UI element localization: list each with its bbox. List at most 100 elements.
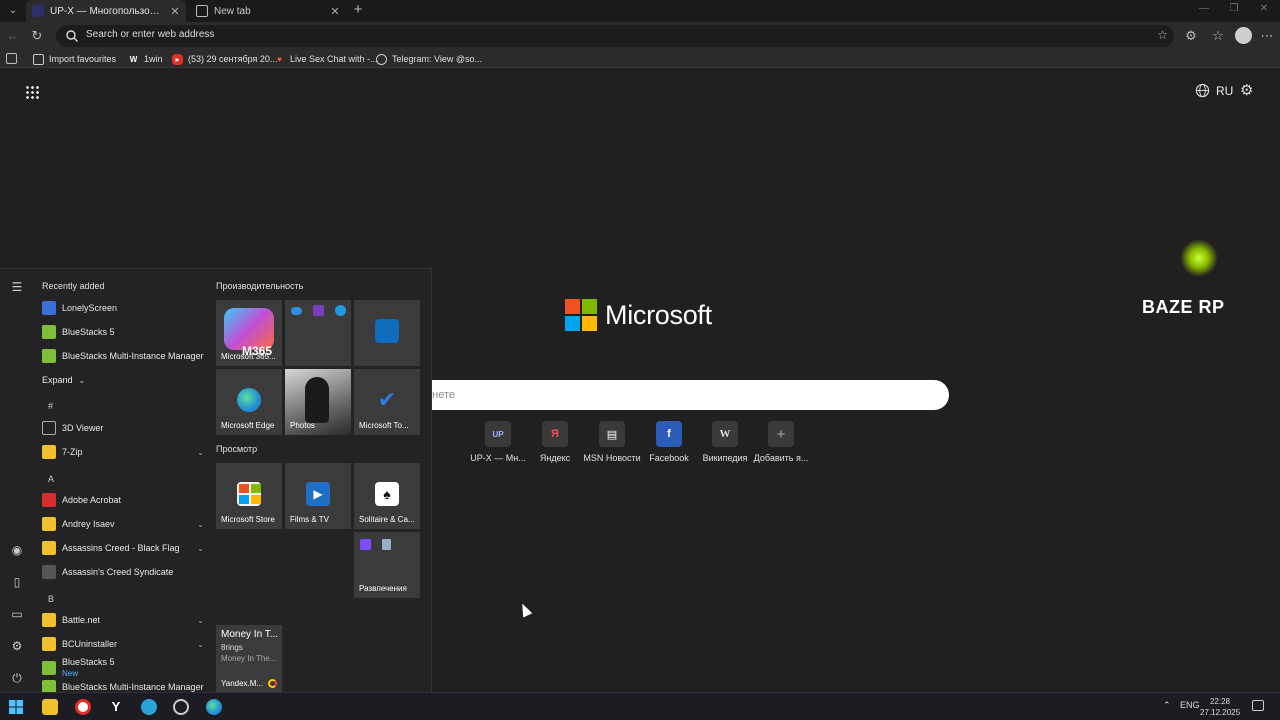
app-adobe-acrobat[interactable]: Adobe Acrobat	[42, 490, 204, 510]
app-y-icon[interactable]: Y	[108, 699, 124, 715]
tile-outlook[interactable]	[354, 300, 420, 366]
pictures-icon[interactable]: ▭	[10, 607, 24, 621]
tile-solitaire[interactable]: ♠ Solitaire & Ca...	[354, 463, 420, 529]
app-battlenet-folder[interactable]: Battle.net ⌄	[42, 610, 204, 630]
outlook-icon	[375, 319, 399, 343]
youtube-icon: ▸	[172, 53, 183, 65]
tab-new-tab[interactable]: New tab ✕	[190, 0, 346, 22]
tab-upx[interactable]: UP-X — Многопользовательская ✕	[26, 0, 186, 22]
tile-microsoft-365[interactable]: M365 Microsoft 365...	[216, 300, 282, 366]
yandex-browser-icon[interactable]	[75, 699, 91, 715]
input-language[interactable]: ENG	[1180, 700, 1200, 710]
app-3d-viewer[interactable]: 3D Viewer	[42, 418, 204, 438]
window-close-icon[interactable]: ✕	[1256, 3, 1272, 17]
maximize-icon[interactable]: ❐	[1226, 3, 1242, 17]
quick-link-upx[interactable]: UP UP-X — Мн...	[466, 421, 530, 463]
app-bluestacks-multi[interactable]: BlueStacks Multi-Instance Manager	[42, 677, 204, 693]
yandex-music-icon	[268, 679, 277, 688]
minimize-icon[interactable]: —	[1196, 3, 1212, 17]
app-lonelyscreen[interactable]: LonelyScreen	[42, 298, 204, 318]
profile-avatar[interactable]	[1235, 27, 1252, 44]
edge-taskbar-icon[interactable]	[206, 699, 222, 715]
bookmark-telegram[interactable]: Telegram: View @so...	[376, 52, 482, 66]
system-clock[interactable]: 22:28 27.12.2025	[1200, 696, 1240, 718]
quick-link-msn[interactable]: ▤ MSN Новости	[580, 421, 644, 463]
quick-link-add[interactable]: + Добавить я...	[749, 421, 813, 463]
cube-icon	[42, 421, 56, 435]
tab-actions-chevron-icon[interactable]: ⌄	[6, 4, 20, 18]
refresh-icon[interactable]: ↻	[29, 28, 45, 44]
app-circle-icon[interactable]	[173, 699, 189, 715]
app-bluestacks-multi-recent[interactable]: BlueStacks Multi-Instance Manager	[42, 346, 204, 366]
tiles-area: Производительность M365 Microsoft 365...…	[214, 269, 428, 693]
bookmark-import[interactable]: Import favourites	[33, 52, 116, 66]
app-bluestacks-5-recent[interactable]: BlueStacks 5	[42, 322, 204, 342]
user-account-icon[interactable]: ◉	[10, 543, 24, 557]
tile-photos[interactable]: Photos	[285, 369, 351, 435]
extensions-icon[interactable]: ⚙	[1183, 28, 1199, 44]
letter-header[interactable]: #	[48, 401, 53, 411]
back-arrow-icon[interactable]: ←	[5, 28, 21, 44]
chevron-down-icon: ⌄	[197, 447, 204, 457]
bookmark-1win[interactable]: W 1win	[128, 52, 163, 66]
sidebar-toggle-icon[interactable]	[6, 53, 17, 64]
tile-microsoft-todo[interactable]: ✔ Microsoft To...	[354, 369, 420, 435]
settings-gear-icon[interactable]: ⚙	[10, 639, 24, 653]
app-ac-syndicate[interactable]: Assassin's Creed Syndicate	[42, 562, 204, 582]
tile-label: Microsoft Edge	[221, 421, 275, 430]
favorite-star-icon[interactable]: ☆	[1157, 28, 1168, 42]
telegram-icon[interactable]	[141, 699, 157, 715]
tile-films-tv[interactable]: ▶ Films & TV	[285, 463, 351, 529]
tab-title: UP-X — Многопользовательская	[50, 5, 164, 17]
tile-label: Развлечения	[359, 584, 407, 593]
baze-rp-text: BAZE RP	[1142, 297, 1225, 317]
tile-yandex-music[interactable]: Money In T... 8rings Money In The... Yan…	[216, 625, 282, 693]
tile-entertainment-folder[interactable]: Развлечения	[354, 532, 420, 598]
file-explorer-icon[interactable]	[42, 699, 58, 715]
app-ac-black-flag-folder[interactable]: Assassins Creed - Black Flag ⌄	[42, 538, 204, 558]
add-plus-icon: +	[768, 421, 794, 447]
new-tab-plus-icon[interactable]: +	[350, 2, 366, 18]
tile-label: Films & TV	[290, 515, 329, 524]
collections-icon[interactable]: ☆	[1210, 28, 1226, 44]
app-label: Assassins Creed - Black Flag	[62, 543, 180, 553]
app-list: Recently added LonelyScreen BlueStacks 5…	[38, 269, 208, 693]
group-title-view: Просмотр	[216, 444, 258, 454]
folder-icon	[42, 517, 56, 531]
tile-microsoft-edge[interactable]: Microsoft Edge	[216, 369, 282, 435]
power-icon[interactable]: ⏻	[10, 671, 24, 685]
clock-time: 22:28	[1209, 697, 1231, 706]
letter-header[interactable]: B	[48, 594, 54, 604]
notifications-icon[interactable]	[1252, 700, 1264, 711]
language-selector[interactable]: RU	[1195, 83, 1233, 98]
app-7zip-folder[interactable]: 7-Zip ⌄	[42, 442, 204, 462]
quick-link-label: MSN Новости	[583, 453, 641, 463]
quick-link-label: Facebook	[649, 453, 689, 463]
documents-icon[interactable]: ▯	[10, 575, 24, 589]
hamburger-menu-icon[interactable]: ☰	[10, 280, 24, 294]
skype-icon	[335, 305, 346, 316]
windows-start-icon[interactable]	[8, 699, 24, 715]
quick-link-yandex[interactable]: Я Яндекс	[523, 421, 587, 463]
app-label: BlueStacks Multi-Instance Manager	[62, 682, 204, 692]
app-launcher-grid-icon[interactable]	[25, 85, 39, 99]
bookmark-youtube[interactable]: ▸ (53) 29 сентября 20...	[172, 52, 277, 66]
page-settings-gear-icon[interactable]: ⚙	[1240, 83, 1256, 99]
tile-microsoft-store[interactable]: Microsoft Store	[216, 463, 282, 529]
msn-news-icon: ▤	[599, 421, 625, 447]
bookmark-live-chat[interactable]: ♥ Live Sex Chat with -...	[274, 52, 377, 66]
expand-button[interactable]: Expand ⌄	[42, 370, 204, 390]
close-icon[interactable]: ✕	[330, 5, 340, 18]
tile-office-group[interactable]	[285, 300, 351, 366]
letter-header[interactable]: A	[48, 474, 54, 484]
quick-link-facebook[interactable]: f Facebook	[637, 421, 701, 463]
more-menu-icon[interactable]: ⋯	[1259, 28, 1275, 44]
close-icon[interactable]: ✕	[170, 5, 180, 18]
quick-link-wikipedia[interactable]: W Википедия	[693, 421, 757, 463]
bookmark-label: Import favourites	[49, 54, 117, 64]
app-andrey-isaev-folder[interactable]: Andrey Isaev ⌄	[42, 514, 204, 534]
recently-added-title: Recently added	[42, 281, 105, 291]
app-bcuninstaller-folder[interactable]: BCUninstaller ⌄	[42, 634, 204, 654]
tray-chevron-icon[interactable]: ⌃	[1163, 700, 1171, 711]
address-bar[interactable]: Search or enter web address ☆	[56, 25, 1174, 47]
